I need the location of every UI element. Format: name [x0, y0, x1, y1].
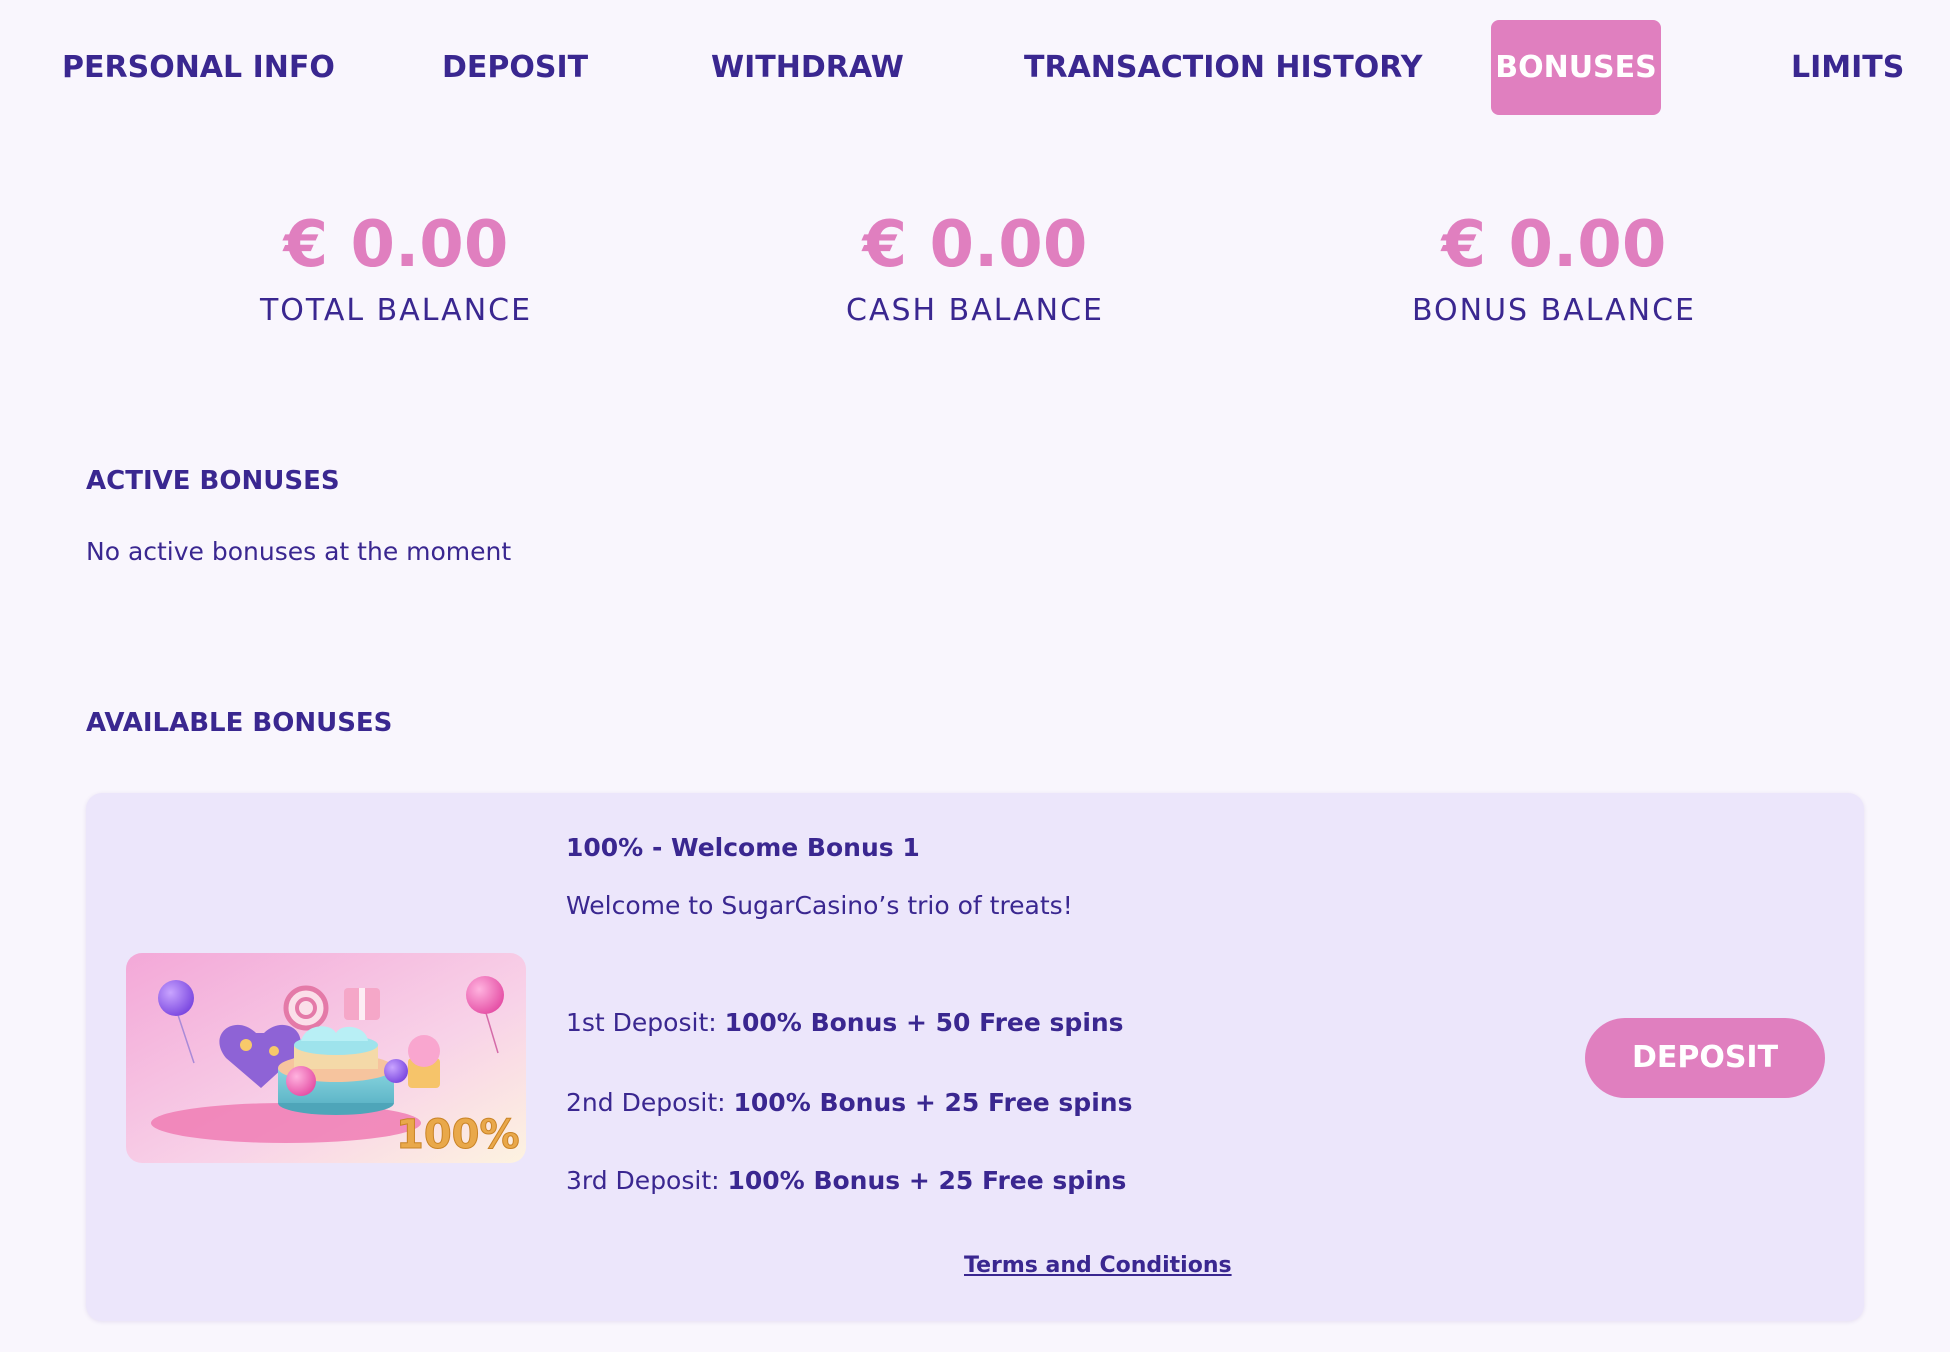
bonus-balance-label: BONUS BALANCE: [1411, 293, 1697, 328]
tab-transaction-history[interactable]: TRANSACTION HISTORY: [1024, 20, 1422, 115]
terms-and-conditions-link[interactable]: Terms and Conditions: [964, 1253, 1232, 1278]
tab-personal-info[interactable]: PERSONAL INFO: [62, 20, 335, 115]
bonus-balance: € 0.00 BONUS BALANCE: [1354, 205, 1754, 331]
deposit-tier-2: 2nd Deposit: 100% Bonus + 25 Free spins: [566, 1088, 1132, 1117]
bonus-percent-badge: 100%: [396, 1112, 520, 1158]
tab-bonuses[interactable]: BONUSES: [1491, 20, 1661, 115]
deposit-tier-3: 3rd Deposit: 100% Bonus + 25 Free spins: [566, 1166, 1126, 1195]
bonus-card: 100% 100% - Welcome Bonus 1 Welcome to S…: [86, 793, 1864, 1321]
deposit-tier-1-label: 1st Deposit:: [566, 1008, 725, 1037]
tab-withdraw[interactable]: WITHDRAW: [711, 20, 904, 115]
deposit-button[interactable]: DEPOSIT: [1585, 1018, 1825, 1098]
no-active-bonuses-text: No active bonuses at the moment: [86, 537, 512, 566]
cash-balance-label: CASH BALANCE: [846, 293, 1104, 328]
bonus-balance-amount: € 0.00: [1441, 208, 1667, 282]
available-bonuses-heading: AVAILABLE BONUSES: [86, 708, 393, 738]
cash-balance-amount: € 0.00: [862, 208, 1088, 282]
deposit-tier-1: 1st Deposit: 100% Bonus + 50 Free spins: [566, 1008, 1124, 1037]
bonus-description: Welcome to SugarCasino’s trio of treats!: [566, 891, 1073, 920]
tab-deposit[interactable]: DEPOSIT: [442, 20, 588, 115]
deposit-tier-3-label: 3rd Deposit:: [566, 1166, 728, 1195]
deposit-tier-3-value: 100% Bonus + 25 Free spins: [727, 1166, 1127, 1195]
deposit-tier-2-label: 2nd Deposit:: [566, 1088, 734, 1117]
total-balance: € 0.00 TOTAL BALANCE: [196, 205, 596, 331]
cash-balance: € 0.00 CASH BALANCE: [775, 205, 1175, 331]
welcome-bonus-image: 100%: [126, 953, 526, 1163]
total-balance-amount: € 0.00: [283, 208, 509, 282]
deposit-tier-1-value: 100% Bonus + 50 Free spins: [724, 1008, 1124, 1037]
deposit-tier-2-value: 100% Bonus + 25 Free spins: [733, 1088, 1133, 1117]
bonus-title: 100% - Welcome Bonus 1: [566, 833, 920, 862]
candy-cake-illustration: 100%: [126, 953, 526, 1163]
total-balance-label: TOTAL BALANCE: [259, 293, 533, 328]
account-tabs: PERSONAL INFO DEPOSIT WITHDRAW TRANSACTI…: [0, 20, 1950, 115]
tab-limits[interactable]: LIMITS: [1791, 20, 1904, 115]
active-bonuses-heading: ACTIVE BONUSES: [86, 466, 340, 496]
